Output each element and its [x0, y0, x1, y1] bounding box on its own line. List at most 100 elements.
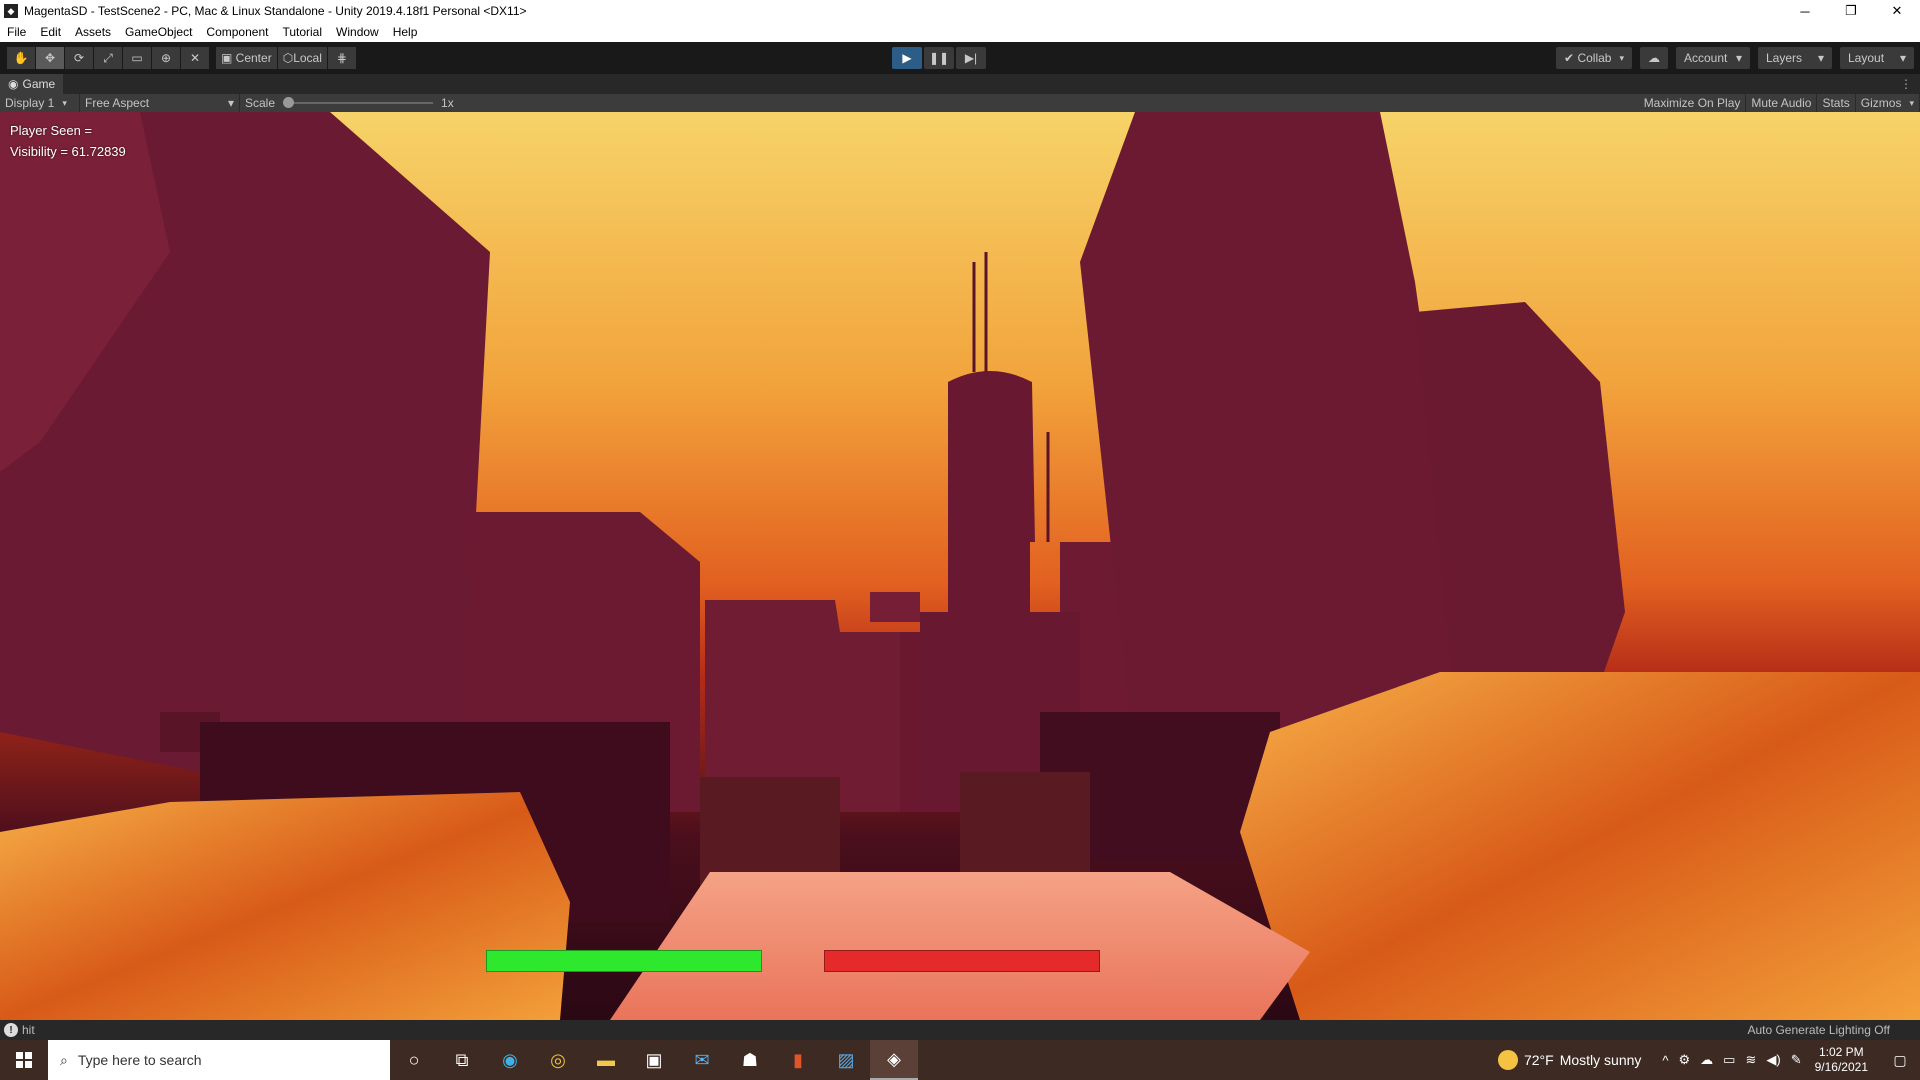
- clock-date: 9/16/2021: [1814, 1060, 1868, 1074]
- transform-tool-icon[interactable]: ⊕: [152, 47, 180, 69]
- clock[interactable]: 1:02 PM 9/16/2021: [1815, 1045, 1868, 1075]
- search-placeholder: Type here to search: [77, 1052, 202, 1068]
- menu-tutorial[interactable]: Tutorial: [275, 25, 329, 39]
- layout-label: Layout: [1848, 51, 1885, 65]
- file-explorer-icon[interactable]: ▬: [582, 1040, 630, 1080]
- cube-icon: ⬡: [282, 51, 294, 65]
- clock-time: 1:02 PM: [1818, 1045, 1864, 1059]
- minimize-button[interactable]: ─: [1782, 0, 1828, 22]
- collab-button[interactable]: ✔ Collab ▾: [1556, 47, 1632, 69]
- display-icon[interactable]: ▭: [1723, 1052, 1735, 1068]
- unity-app-icon: ◆: [4, 4, 18, 18]
- scale-label: Scale: [245, 96, 276, 110]
- menu-gameobject[interactable]: GameObject: [118, 25, 199, 39]
- stats-toggle[interactable]: Stats: [1817, 94, 1856, 112]
- gizmos-dropdown[interactable]: Gizmos ▾: [1856, 94, 1920, 112]
- chevron-down-icon: ▾: [1735, 51, 1742, 65]
- console-message[interactable]: hit: [22, 1023, 35, 1037]
- health-bar: [486, 950, 762, 972]
- mute-audio-toggle[interactable]: Mute Audio: [1746, 94, 1818, 112]
- chevron-down-icon: ▾: [1817, 51, 1824, 65]
- pivot-rotation-button[interactable]: ⬡ Local: [277, 47, 327, 69]
- grid-snap-icon[interactable]: ⋕: [327, 47, 356, 69]
- chevron-up-icon[interactable]: ^: [1662, 1053, 1668, 1068]
- game-viewport[interactable]: Player Seen = Visibility = 61.72839: [0, 112, 1920, 1020]
- pivot-mode-button[interactable]: ▣ Center: [216, 47, 277, 69]
- chevron-down-icon: ▾: [62, 97, 67, 108]
- pause-button[interactable]: ❚❚: [924, 47, 954, 69]
- step-button[interactable]: ▶|: [956, 47, 986, 69]
- scale-slider[interactable]: [283, 97, 434, 108]
- kebab-menu-icon[interactable]: ⋮: [1900, 77, 1912, 91]
- pivot-center-icon: ▣: [221, 51, 236, 65]
- scale-slider-handle[interactable]: [283, 97, 295, 108]
- visibility-label: Visibility = 61.72839: [10, 144, 126, 159]
- task-view-icon[interactable]: ⧉: [438, 1040, 486, 1080]
- play-icon: ▶: [902, 51, 912, 65]
- close-button[interactable]: ✕: [1874, 0, 1920, 22]
- edge-icon[interactable]: ◉: [486, 1040, 534, 1080]
- pen-icon[interactable]: ✎: [1791, 1052, 1802, 1068]
- maximize-on-play-toggle[interactable]: Maximize On Play: [1639, 94, 1747, 112]
- aspect-dropdown[interactable]: Free Aspect ▾: [80, 94, 240, 112]
- office-icon[interactable]: ▮: [774, 1040, 822, 1080]
- aspect-label: Free Aspect: [85, 96, 150, 110]
- cortana-icon[interactable]: ○: [390, 1040, 438, 1080]
- restore-button[interactable]: ❐: [1828, 0, 1874, 22]
- chrome-icon[interactable]: ◎: [534, 1040, 582, 1080]
- menu-help[interactable]: Help: [386, 25, 425, 39]
- game-control-bar: Display 1 ▾ Free Aspect ▾ Scale 1x Maximiz…: [0, 94, 1920, 112]
- collab-label: Collab: [1577, 51, 1612, 65]
- scale-tool-icon[interactable]: ⤢: [94, 47, 122, 69]
- volume-icon[interactable]: ◀): [1766, 1052, 1780, 1068]
- app-tray-icon[interactable]: ⚙: [1679, 1052, 1691, 1068]
- weather-temp: 72°F: [1523, 1052, 1554, 1068]
- window-title: MagentaSD - TestScene2 - PC, Mac & Linux…: [24, 4, 527, 18]
- onedrive-icon[interactable]: ☁: [1700, 1052, 1713, 1068]
- checkmark-icon: ✔: [1564, 51, 1578, 65]
- wifi-icon[interactable]: ≋: [1745, 1052, 1756, 1068]
- move-tool-icon[interactable]: ✥: [36, 47, 64, 69]
- chevron-down-icon: ▾: [227, 96, 234, 110]
- menu-assets[interactable]: Assets: [68, 25, 118, 39]
- pivot-rotation-label: Local: [293, 51, 322, 65]
- pause-icon: ❚❚: [928, 51, 950, 65]
- menu-component[interactable]: Component: [199, 25, 275, 39]
- store-icon[interactable]: ▣: [630, 1040, 678, 1080]
- alienware-icon[interactable]: ☗: [726, 1040, 774, 1080]
- search-icon: ⌕: [60, 1051, 68, 1068]
- scale-value: 1x: [441, 96, 454, 110]
- chevron-down-icon: ▾: [1899, 51, 1906, 65]
- menu-file[interactable]: File: [0, 25, 33, 39]
- layers-dropdown[interactable]: Layers ▾: [1758, 47, 1832, 69]
- city-scene: [0, 112, 1920, 1020]
- game-tab-bar: ◉ Game ⋮: [0, 74, 1920, 94]
- unity-icon[interactable]: ◈: [870, 1040, 918, 1080]
- rect-tool-icon[interactable]: ▭: [123, 47, 151, 69]
- taskbar-search[interactable]: ⌕ Type here to search: [48, 1040, 390, 1080]
- display-dropdown[interactable]: Display 1 ▾: [0, 94, 80, 112]
- player-seen-label: Player Seen =: [10, 123, 93, 138]
- weather-widget[interactable]: 72°F Mostly sunny: [1497, 1050, 1641, 1070]
- window-titlebar: ◆ MagentaSD - TestScene2 - PC, Mac & Lin…: [0, 0, 1920, 22]
- display-label: Display 1: [5, 96, 55, 110]
- toolbar-right: ✔ Collab ▾ ☁ Account ▾ Layers ▾ Layout ▾: [1548, 47, 1914, 69]
- notification-icon[interactable]: ▢: [1880, 1052, 1920, 1069]
- photos-icon[interactable]: ▨: [822, 1040, 870, 1080]
- custom-tool-icon[interactable]: ✕: [181, 47, 209, 69]
- status-bar: ! hit Auto Generate Lighting Off: [0, 1020, 1920, 1040]
- start-button[interactable]: [0, 1040, 48, 1080]
- play-button[interactable]: ▶: [892, 47, 922, 69]
- windows-logo-icon: [16, 1052, 32, 1068]
- hand-tool-icon[interactable]: ✋: [7, 47, 35, 69]
- lighting-status[interactable]: Auto Generate Lighting Off: [1747, 1023, 1890, 1037]
- menu-edit[interactable]: Edit: [33, 25, 68, 39]
- tab-game[interactable]: ◉ Game: [0, 74, 64, 94]
- mail-icon[interactable]: ✉: [678, 1040, 726, 1080]
- chevron-down-icon: ▾: [1619, 52, 1624, 63]
- cloud-button[interactable]: ☁: [1640, 47, 1668, 69]
- layout-dropdown[interactable]: Layout ▾: [1840, 47, 1914, 69]
- account-dropdown[interactable]: Account ▾: [1676, 47, 1750, 69]
- menu-window[interactable]: Window: [329, 25, 386, 39]
- rotate-tool-icon[interactable]: ⟳: [65, 47, 93, 69]
